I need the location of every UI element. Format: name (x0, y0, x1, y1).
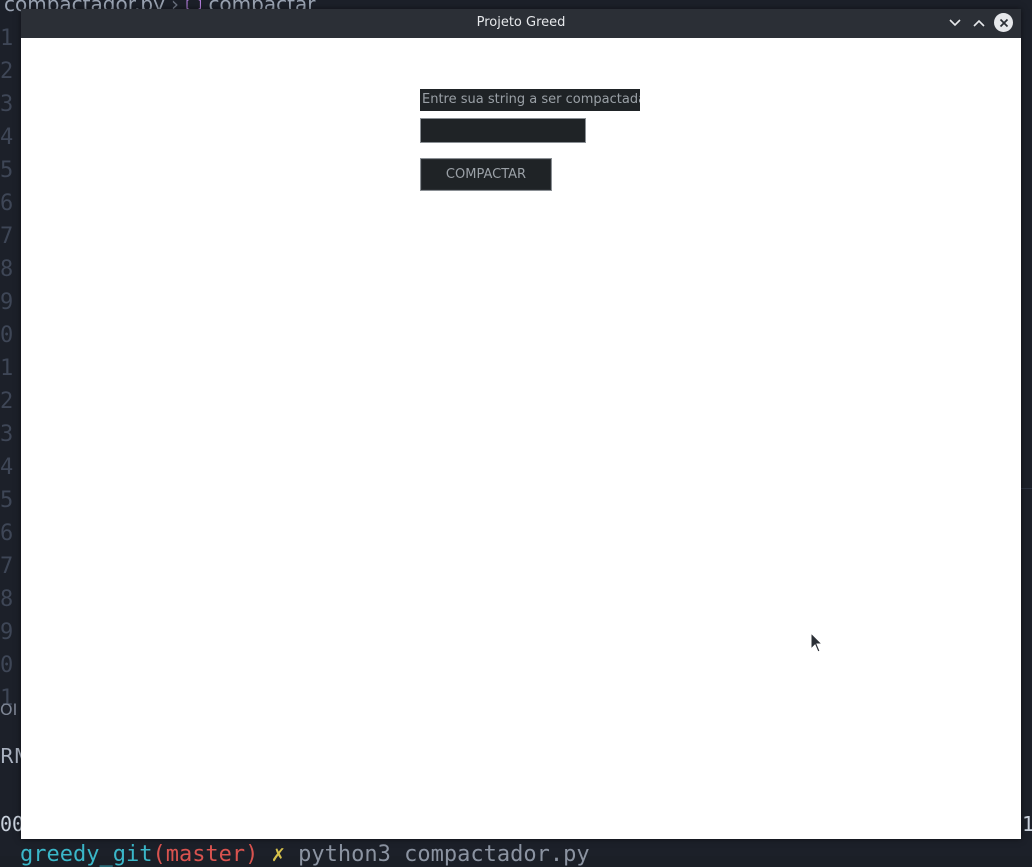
line-number: 9 (0, 620, 14, 645)
terminal-command-line: greedy_git(master) ✗ python3 compactador… (20, 842, 590, 867)
terminal-dirty-mark: ✗ (271, 842, 285, 867)
close-icon (999, 18, 1008, 27)
maximize-button[interactable] (970, 14, 988, 32)
line-number: 2 (0, 389, 14, 414)
line-number: 3 (0, 422, 14, 447)
panel-divider (1020, 488, 1032, 489)
window-titlebar[interactable]: Projeto Greed (21, 9, 1021, 38)
line-number: 2 (0, 59, 14, 84)
line-number: 0 (0, 653, 14, 678)
minimize-button[interactable] (946, 14, 964, 32)
line-number: 5 (0, 488, 14, 513)
terminal-right-text: 1 (1022, 812, 1032, 836)
compactar-button[interactable]: COMPACTAR (420, 158, 552, 191)
line-number: 1 (0, 356, 14, 381)
line-number: 0 (0, 323, 14, 348)
chevron-down-icon (949, 19, 961, 27)
line-number: 8 (0, 587, 14, 612)
chevron-up-icon (973, 19, 985, 27)
terminal-dir: greedy_git (20, 842, 153, 867)
line-number: 5 (0, 158, 14, 183)
line-number: 9 (0, 290, 14, 315)
line-number: 4 (0, 455, 14, 480)
line-number: 7 (0, 554, 14, 579)
line-number: 6 (0, 521, 14, 546)
terminal-branch: (master) (152, 842, 259, 867)
window-content: Entre sua string a ser compactada: COMPA… (21, 38, 1021, 839)
app-window: Projeto Greed Entre sua string a ser com… (21, 9, 1021, 839)
editor-line-numbers: 123456789012345678901 (0, 22, 13, 715)
prompt-label: Entre sua string a ser compactada: (420, 89, 640, 111)
line-number: 1 (0, 26, 14, 51)
terminal-command: python3 compactador.py (298, 842, 590, 867)
window-title: Projeto Greed (476, 15, 566, 30)
line-number: 7 (0, 224, 14, 249)
close-button[interactable] (994, 13, 1013, 32)
line-number: 6 (0, 191, 14, 216)
panel-tab-label[interactable]: OI (0, 700, 17, 719)
string-input[interactable] (420, 118, 586, 143)
mouse-cursor-icon (810, 632, 824, 653)
line-number: 4 (0, 125, 14, 150)
line-number: 3 (0, 92, 14, 117)
line-number: 8 (0, 257, 14, 282)
